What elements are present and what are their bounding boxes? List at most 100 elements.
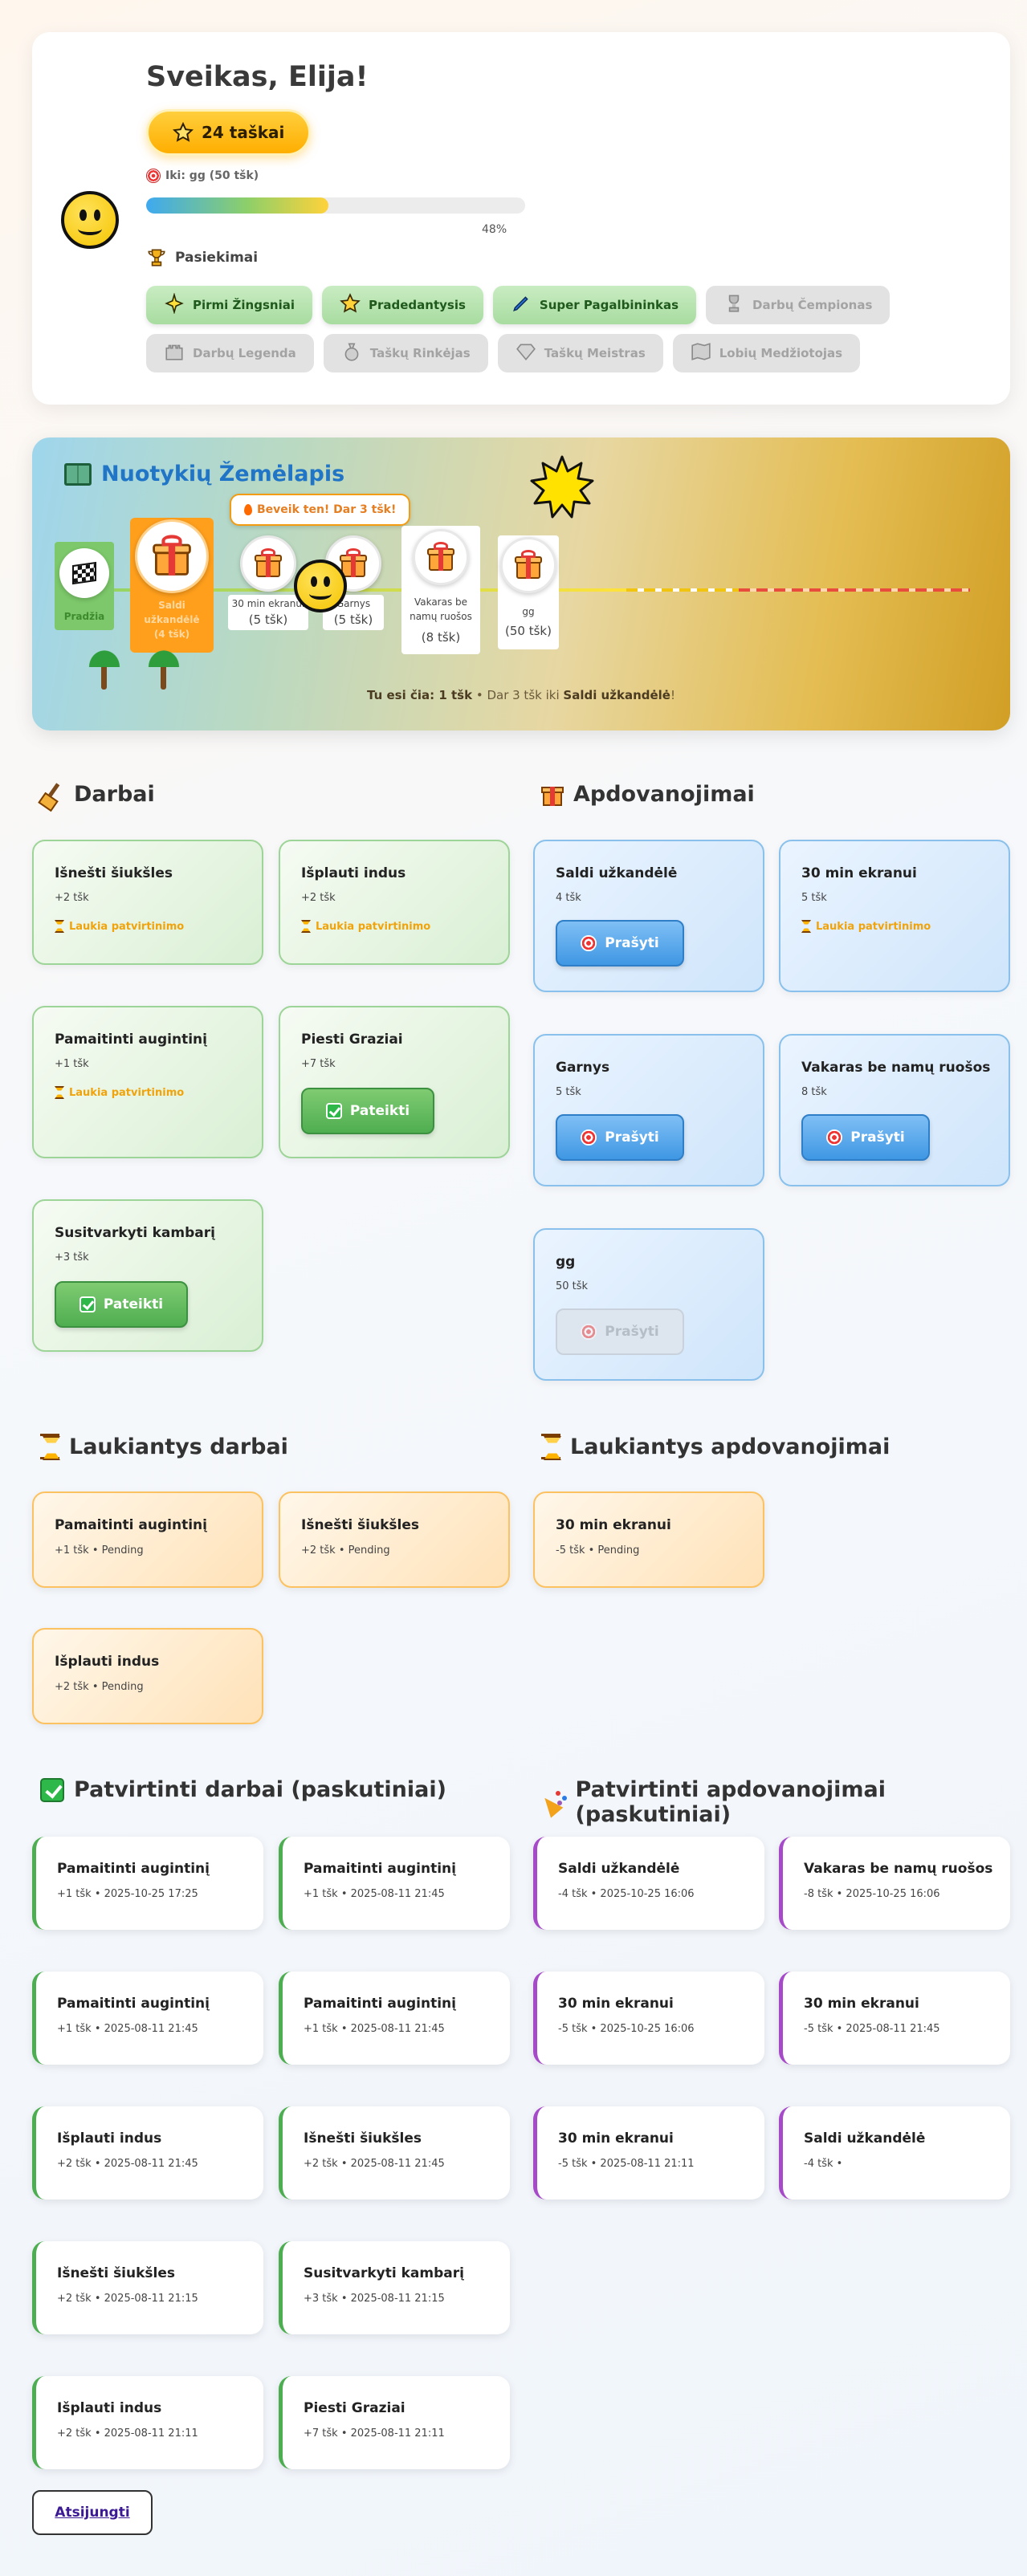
task-card: Pamaitinti augintinį +1 tšk Laukia patvirt…	[32, 1006, 263, 1158]
points-label: 24 taškai	[202, 123, 285, 142]
map-node-points: (4 tšk)	[153, 629, 190, 640]
achievement-label: Pirmi Žingsniai	[193, 298, 295, 312]
map-node-vakaras[interactable]: Vakaras be namų ruošos (8 tšk)	[401, 526, 480, 654]
gift-icon	[153, 535, 191, 576]
map-node-label: Vakaras be namų ruošos	[410, 596, 472, 622]
task-title: Išplauti indus	[301, 865, 406, 881]
achievement-label: Pradedantysis	[368, 298, 466, 312]
map-heading: Nuotykių Žemėlapis	[64, 462, 344, 486]
request-reward-button[interactable]: Prašyti	[556, 1114, 684, 1161]
points-badge: 24 taškai	[146, 109, 312, 156]
achievement-badge: Pirmi Žingsniai	[146, 286, 312, 324]
pending-title: 30 min ekranui	[556, 1517, 671, 1533]
task-points: +3 tšk	[55, 1251, 89, 1264]
sun-icon	[530, 455, 594, 519]
gift-icon	[541, 783, 564, 807]
map-node-points: (5 tšk)	[333, 612, 373, 627]
task-card: Išnešti šiukšles +2 tšk Laukia patvirtinim…	[32, 840, 263, 965]
reward-card: gg 50 tšk Prašyti	[533, 1228, 764, 1381]
approved-title: Pamaitinti augintinį	[304, 1861, 456, 1877]
map-node-points: (8 tšk)	[421, 630, 461, 645]
map-node-saldi[interactable]: Saldi užkandėlė (4 tšk)	[130, 518, 214, 653]
approved-sub: -4 tšk •	[804, 2158, 843, 2170]
broom-icon	[40, 783, 64, 807]
achievements-list: Pirmi Žingsniai Pradedantysis Super Pagalb…	[146, 286, 917, 372]
hourglass-icon	[541, 1434, 560, 1459]
money-bag-icon	[341, 341, 362, 365]
progress-bar	[146, 197, 525, 214]
gift-icon	[515, 550, 542, 579]
achievement-badge: Darbų Čempionas	[706, 286, 890, 324]
map-node-gg[interactable]: gg (50 tšk)	[498, 535, 559, 649]
approved-reward-card: 30 min ekranui -5 tšk • 2025-10-25 16:06	[533, 1972, 764, 2065]
task-status: Laukia patvirtinimo	[301, 920, 430, 933]
task-title: Piesti Graziai	[301, 1032, 403, 1048]
check-icon	[325, 1103, 342, 1119]
approved-reward-card: Saldi užkandėlė -4 tšk • 2025-10-25 16:06	[533, 1837, 764, 1930]
brush-icon	[511, 293, 532, 317]
approved-sub: +2 tšk • 2025-08-11 21:15	[57, 2293, 198, 2305]
task-card: Susitvarkyti kambarį +3 tšk Pateikti	[32, 1199, 263, 1352]
approved-title: Išplauti indus	[57, 2400, 162, 2416]
request-reward-button[interactable]: Prašyti	[556, 920, 684, 967]
progress-percent: 48%	[482, 223, 507, 236]
hourglass-icon	[801, 920, 811, 933]
approved-sub: +1 tšk • 2025-08-11 21:45	[57, 2023, 198, 2035]
achievement-label: Darbų Čempionas	[752, 298, 873, 312]
target-icon	[826, 1129, 843, 1146]
approved-sub: +7 tšk • 2025-08-11 21:11	[304, 2427, 445, 2440]
approved-title: 30 min ekranui	[558, 2130, 674, 2147]
approved-task-card: Pamaitinti augintinį +1 tšk • 2025-08-11 …	[32, 1972, 263, 2065]
reward-cost: 5 tšk	[556, 1086, 581, 1098]
target-icon	[581, 1324, 597, 1340]
approved-task-card: Pamaitinti augintinį +1 tšk • 2025-10-25 …	[32, 1837, 263, 1930]
map-start[interactable]: Pradžia	[55, 542, 114, 630]
check-icon	[79, 1296, 96, 1312]
star-icon	[173, 122, 194, 142]
approved-sub: +1 tšk • 2025-10-25 17:25	[57, 1888, 198, 1900]
request-reward-button[interactable]: Prašyti	[801, 1114, 930, 1161]
achievement-badge: Super Pagalbininkas	[492, 286, 697, 324]
goal-label: Iki: gg (50 tšk)	[165, 169, 259, 182]
reward-card: Vakaras be namų ruošos 8 tšk Prašyti	[779, 1034, 1010, 1186]
map-tip-bubble: Beveik ten! Dar 3 tšk!	[230, 494, 411, 526]
pending-task-card: Išplauti indus +2 tšk • Pending	[32, 1628, 263, 1724]
pending-sub: +2 tšk • Pending	[55, 1681, 144, 1693]
map-node-label: Saldi užkandėlė	[144, 600, 200, 625]
approved-task-card: Pamaitinti augintinį +1 tšk • 2025-08-11 …	[279, 1972, 510, 2065]
approved-title: Išplauti indus	[57, 2130, 162, 2147]
party-popper-icon	[541, 1789, 566, 1815]
profile-card: Sveikas, Elija! 24 taškai Iki: gg (50 tš…	[32, 32, 1010, 405]
map-node-label: 30 min ekranui	[231, 598, 305, 609]
task-card: Išplauti indus +2 tšk Laukia patvirtinimo	[279, 840, 510, 965]
submit-task-button[interactable]: Pateikti	[301, 1088, 434, 1134]
approved-reward-card: Saldi užkandėlė -4 tšk •	[779, 2106, 1010, 2200]
achievement-badge: Lobių Medžiotojas	[672, 334, 861, 372]
progress-fill	[146, 197, 328, 214]
logout-button[interactable]: Atsijungti	[32, 2490, 153, 2535]
castle-icon	[164, 341, 185, 365]
achievement-badge: Taškų Meistras	[497, 334, 663, 372]
approved-sub: +1 tšk • 2025-08-11 21:45	[304, 1888, 445, 1900]
task-title: Pamaitinti augintinį	[55, 1032, 207, 1048]
pending-rewards-heading: Laukiantys apdovanojimai	[541, 1434, 890, 1459]
approved-reward-card: Vakaras be namų ruošos -8 tšk • 2025-10-2…	[779, 1837, 1010, 1930]
approved-title: Piesti Graziai	[304, 2400, 406, 2416]
achievement-label: Taškų Rinkėjas	[369, 346, 471, 360]
reward-card: 30 min ekranui 5 tšk Laukia patvirtinimo	[779, 840, 1010, 992]
pending-sub: +1 tšk • Pending	[55, 1544, 144, 1557]
pending-tasks-heading: Laukiantys darbai	[40, 1434, 288, 1459]
approved-task-card: Piesti Graziai +7 tšk • 2025-08-11 21:11	[279, 2376, 510, 2469]
check-icon	[40, 1777, 64, 1802]
adventure-map: Nuotykių Žemėlapis Pradžia Saldi užkandė…	[32, 437, 1010, 730]
goal-line: Iki: gg (50 tšk)	[146, 169, 259, 183]
map-icon	[691, 341, 711, 365]
trophy-icon	[723, 293, 744, 317]
pending-reward-card: 30 min ekranui -5 tšk • Pending	[533, 1491, 764, 1588]
approved-task-card: Išnešti šiukšles +2 tšk • 2025-08-11 21:4…	[279, 2106, 510, 2200]
gift-icon	[255, 548, 282, 577]
reward-cost: 50 tšk	[556, 1280, 589, 1292]
task-title: Susitvarkyti kambarį	[55, 1225, 215, 1241]
submit-task-button[interactable]: Pateikti	[55, 1281, 188, 1328]
approved-sub: +3 tšk • 2025-08-11 21:15	[304, 2293, 445, 2305]
